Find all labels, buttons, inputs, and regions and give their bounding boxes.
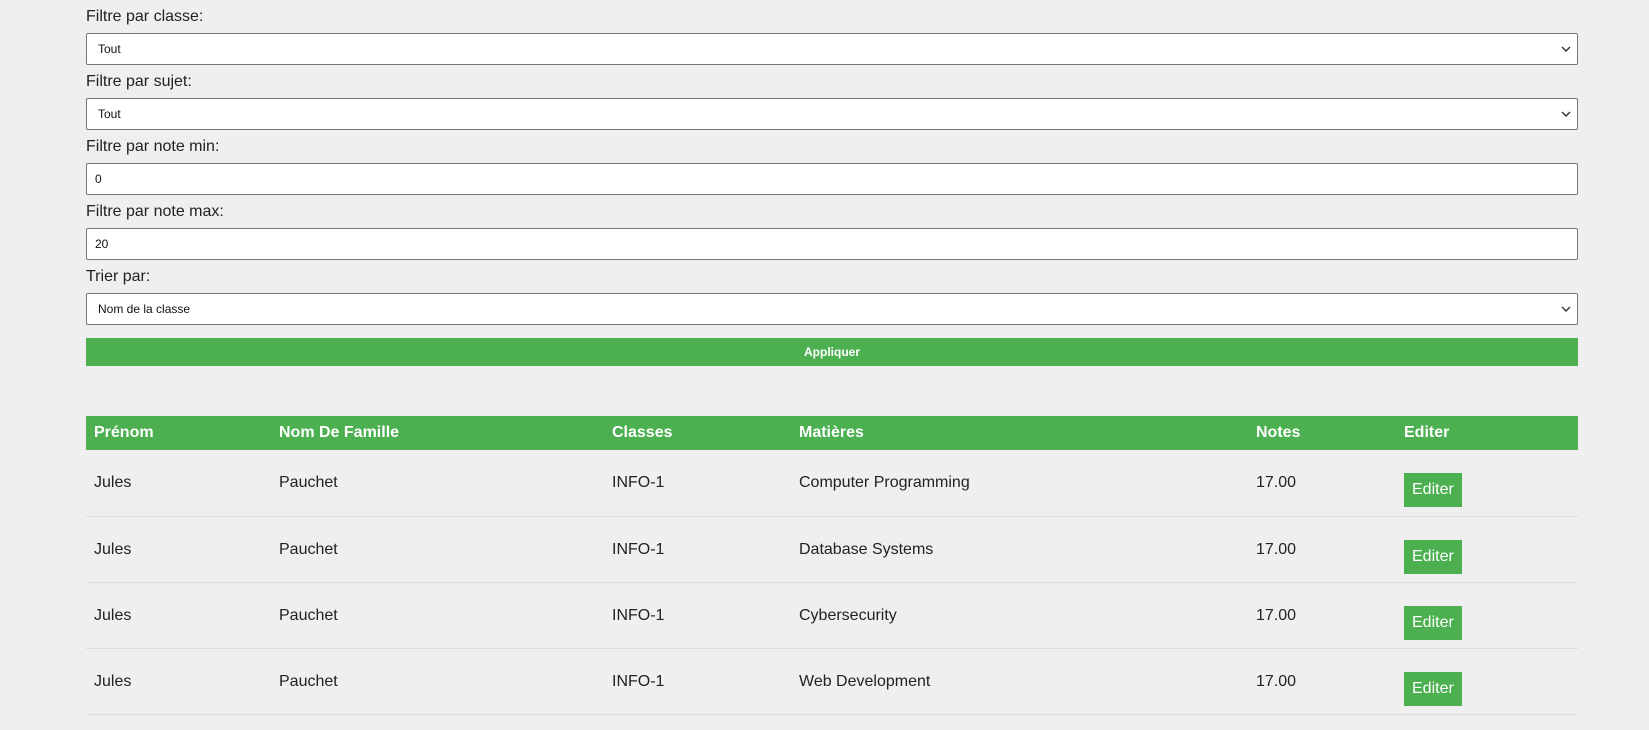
cell-classe: INFO-1 (604, 450, 791, 517)
cell-matiere: Computer Programming (791, 450, 1248, 517)
filter-note-min-label: Filtre par note min: (86, 138, 220, 155)
table-row: Jules Pauchet INFO-1 Cybersecurity 17.00… (86, 582, 1578, 649)
filter-note-max-input[interactable]: 20 (86, 228, 1578, 260)
grades-table: Prénom Nom De Famille Classes Matières N… (86, 416, 1578, 715)
cell-classe: INFO-1 (604, 516, 791, 583)
table-row: Jules Pauchet INFO-1 Computer Programmin… (86, 450, 1578, 517)
header-nom: Nom De Famille (271, 416, 604, 450)
cell-nom: Pauchet (271, 582, 604, 649)
edit-button[interactable]: Editer (1404, 539, 1462, 574)
cell-note: 17.00 (1248, 516, 1396, 583)
filter-note-min-value: 0 (95, 172, 102, 186)
cell-prenom: Jules (86, 582, 271, 649)
header-prenom: Prénom (86, 416, 271, 450)
header-matieres: Matières (791, 416, 1248, 450)
cell-prenom: Jules (86, 450, 271, 517)
cell-nom: Pauchet (271, 450, 604, 517)
header-notes: Notes (1248, 416, 1396, 450)
sort-value: Nom de la classe (98, 302, 191, 316)
cell-prenom: Jules (86, 516, 271, 583)
cell-edit: Editer (1396, 648, 1578, 715)
sort-label: Trier par: (86, 268, 151, 285)
cell-note: 17.00 (1248, 450, 1396, 517)
header-editer: Editer (1396, 416, 1578, 450)
filter-classe-select[interactable]: Tout (86, 33, 1578, 65)
filter-sujet-value: Tout (98, 107, 121, 121)
cell-matiere: Database Systems (791, 516, 1248, 583)
filter-classe-label: Filtre par classe: (86, 8, 204, 25)
edit-button[interactable]: Editer (1404, 473, 1462, 507)
cell-matiere: Cybersecurity (791, 582, 1248, 649)
edit-button[interactable]: Editer (1404, 671, 1462, 706)
table-row: Jules Pauchet INFO-1 Database Systems 17… (86, 516, 1578, 583)
cell-classe: INFO-1 (604, 582, 791, 649)
filter-form: Filtre par classe: Tout Filtre par sujet… (86, 0, 1578, 715)
cell-note: 17.00 (1248, 582, 1396, 649)
filter-note-max-label: Filtre par note max: (86, 203, 224, 220)
filter-note-max-value: 20 (95, 237, 109, 251)
filter-note-min-input[interactable]: 0 (86, 163, 1578, 195)
cell-note: 17.00 (1248, 648, 1396, 715)
table-row: Jules Pauchet INFO-1 Web Development 17.… (86, 648, 1578, 715)
sort-select[interactable]: Nom de la classe (86, 293, 1578, 325)
cell-edit: Editer (1396, 450, 1578, 517)
cell-nom: Pauchet (271, 648, 604, 715)
cell-edit: Editer (1396, 516, 1578, 583)
cell-prenom: Jules (86, 648, 271, 715)
cell-edit: Editer (1396, 582, 1578, 649)
chevron-down-icon (1561, 46, 1571, 52)
edit-button[interactable]: Editer (1404, 605, 1462, 640)
filter-sujet-label: Filtre par sujet: (86, 73, 192, 90)
cell-matiere: Web Development (791, 648, 1248, 715)
filter-sujet-select[interactable]: Tout (86, 98, 1578, 130)
cell-nom: Pauchet (271, 516, 604, 583)
chevron-down-icon (1561, 111, 1571, 117)
chevron-down-icon (1561, 306, 1571, 312)
table-header-row: Prénom Nom De Famille Classes Matières N… (86, 416, 1578, 450)
cell-classe: INFO-1 (604, 648, 791, 715)
filter-classe-value: Tout (98, 42, 121, 56)
apply-button[interactable]: Appliquer (86, 338, 1578, 366)
header-classes: Classes (604, 416, 791, 450)
